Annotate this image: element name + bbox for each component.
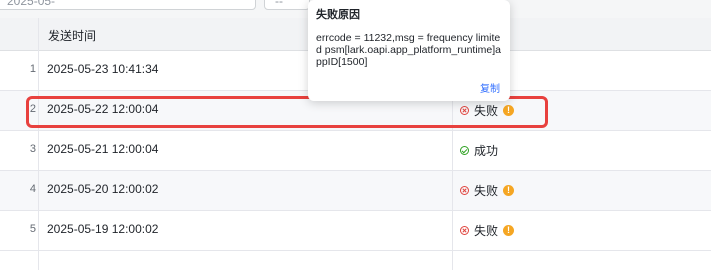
status-badge: 失败 ! — [460, 222, 515, 239]
row-index: 3 — [29, 143, 36, 155]
status-badge: 失败 ! — [460, 182, 515, 199]
fail-icon — [460, 226, 469, 235]
tooltip-title: 失败原因 — [316, 9, 360, 21]
end-date-input[interactable]: -- — [264, 0, 310, 10]
column-divider — [38, 18, 39, 270]
status-badge: 成功 — [460, 142, 498, 159]
end-date-placeholder: -- — [275, 0, 283, 8]
row-index: 1 — [29, 63, 36, 75]
row-send-time: 2025-05-23 10:41:34 — [47, 62, 159, 76]
status-label: 失败 — [474, 224, 499, 238]
row-send-time: 2025-05-20 12:00:02 — [47, 182, 159, 196]
table-row[interactable]: 5 2025-05-19 12:00:02 失败 ! — [0, 211, 711, 251]
status-label: 失败 — [474, 184, 499, 198]
row-send-time: 2025-05-19 12:00:02 — [47, 222, 159, 236]
column-header-send-time: 发送时间 — [48, 29, 97, 43]
tooltip-error-message: errcode = 11232,msg = frequency limited … — [316, 32, 502, 68]
table-row[interactable]: 3 2025-05-21 12:00:04 成功 — [0, 131, 711, 171]
row-index: 4 — [29, 183, 36, 195]
info-icon[interactable]: ! — [503, 225, 515, 236]
start-date-placeholder: 2025-05- — [7, 0, 56, 8]
row-send-time: 2025-05-21 12:00:04 — [47, 142, 159, 156]
success-icon — [460, 146, 469, 155]
copy-link[interactable]: 复制 — [480, 80, 500, 95]
info-icon[interactable]: ! — [503, 185, 515, 196]
fail-icon — [460, 186, 469, 195]
failure-reason-tooltip: 失败原因 errcode = 11232,msg = frequency lim… — [308, 0, 510, 101]
table-row[interactable]: 4 2025-05-20 12:00:02 失败 ! — [0, 171, 711, 211]
start-date-input[interactable]: 2025-05- — [0, 0, 256, 10]
row-index: 5 — [29, 223, 36, 235]
status-label: 成功 — [474, 144, 499, 158]
